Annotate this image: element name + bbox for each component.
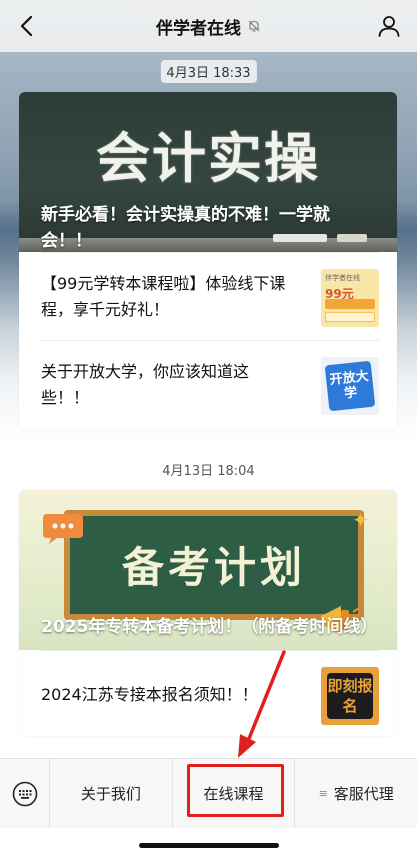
chevron-left-icon <box>20 15 33 37</box>
keyboard-icon <box>12 781 37 806</box>
thumbnail-banner <box>325 299 375 309</box>
article-card: 备考计划 ✦ 2025年专转本备考计划！（附备考时间线） 2024江苏专接本报名… <box>19 490 397 736</box>
menu-item-about-us[interactable]: 关于我们 <box>50 758 173 829</box>
annotation-highlight-box <box>187 764 284 817</box>
thumbnail-label: 即刻报名 <box>327 673 373 719</box>
bell-slash-icon <box>248 20 260 32</box>
article-thumbnail: 即刻报名 <box>321 667 379 725</box>
home-indicator <box>138 843 279 848</box>
person-icon <box>378 16 400 37</box>
article-cover[interactable]: 会计实操 新手必看！会计实操真的不难！一学就会！！ <box>19 92 397 252</box>
article-list-item[interactable]: 【99元学转本课程啦】体验线下课程，享千元好礼！ 伴学者在线 99元 <box>41 252 379 340</box>
message-timestamp: 4月3日 18:33 <box>160 60 257 83</box>
cover-title-art: 备考计划 <box>121 543 306 592</box>
page-title: 伴学者在线 <box>156 18 241 39</box>
menu-item-customer-service-agent[interactable]: ≡ 客服代理 <box>295 759 417 829</box>
thumbnail-banner <box>325 312 375 322</box>
official-account-profile-button[interactable] <box>375 12 403 40</box>
menu-item-label: 关于我们 <box>80 785 141 803</box>
article-list-item[interactable]: 2024江苏专接本报名须知！！ 即刻报名 <box>41 650 379 736</box>
speech-bubble-icon <box>43 514 83 544</box>
article-list-item[interactable]: 关于开放大学，你应该知道这些！！ 开放大学 <box>41 340 379 428</box>
sparkle-icon: ✦ <box>352 508 369 532</box>
cover-title-art: 会计实操 <box>96 127 320 190</box>
back-button[interactable] <box>10 10 42 42</box>
article-title: 【99元学转本课程啦】体验线下课程，享千元好礼！ <box>41 274 286 319</box>
article-cover[interactable]: 备考计划 ✦ 2025年专转本备考计划！（附备考时间线） <box>19 490 397 650</box>
keyboard-toggle-button[interactable] <box>0 758 50 829</box>
thumbnail-brand: 伴学者在线 <box>325 274 360 282</box>
thumbnail-label: 开放大学 <box>324 360 376 412</box>
top-navigation-bar: 伴学者在线 <box>0 0 417 52</box>
article-card: 会计实操 新手必看！会计实操真的不难！一学就会！！ 【99元学转本课程啦】体验线… <box>19 92 397 430</box>
article-thumbnail: 伴学者在线 99元 <box>321 269 379 327</box>
menu-item-label: 客服代理 <box>333 785 394 803</box>
message-timestamp: 4月13日 18:04 <box>162 464 255 479</box>
cover-article-title: 新手必看！会计实操真的不难！一学就会！！ <box>41 205 330 251</box>
article-thumbnail: 开放大学 <box>321 357 379 415</box>
cover-article-title: 2025年专转本备考计划！（附备考时间线） <box>41 617 378 637</box>
annotation-arrow-icon <box>238 650 286 758</box>
submenu-icon: ≡ <box>318 787 328 800</box>
article-title: 关于开放大学，你应该知道这些！！ <box>41 362 250 407</box>
